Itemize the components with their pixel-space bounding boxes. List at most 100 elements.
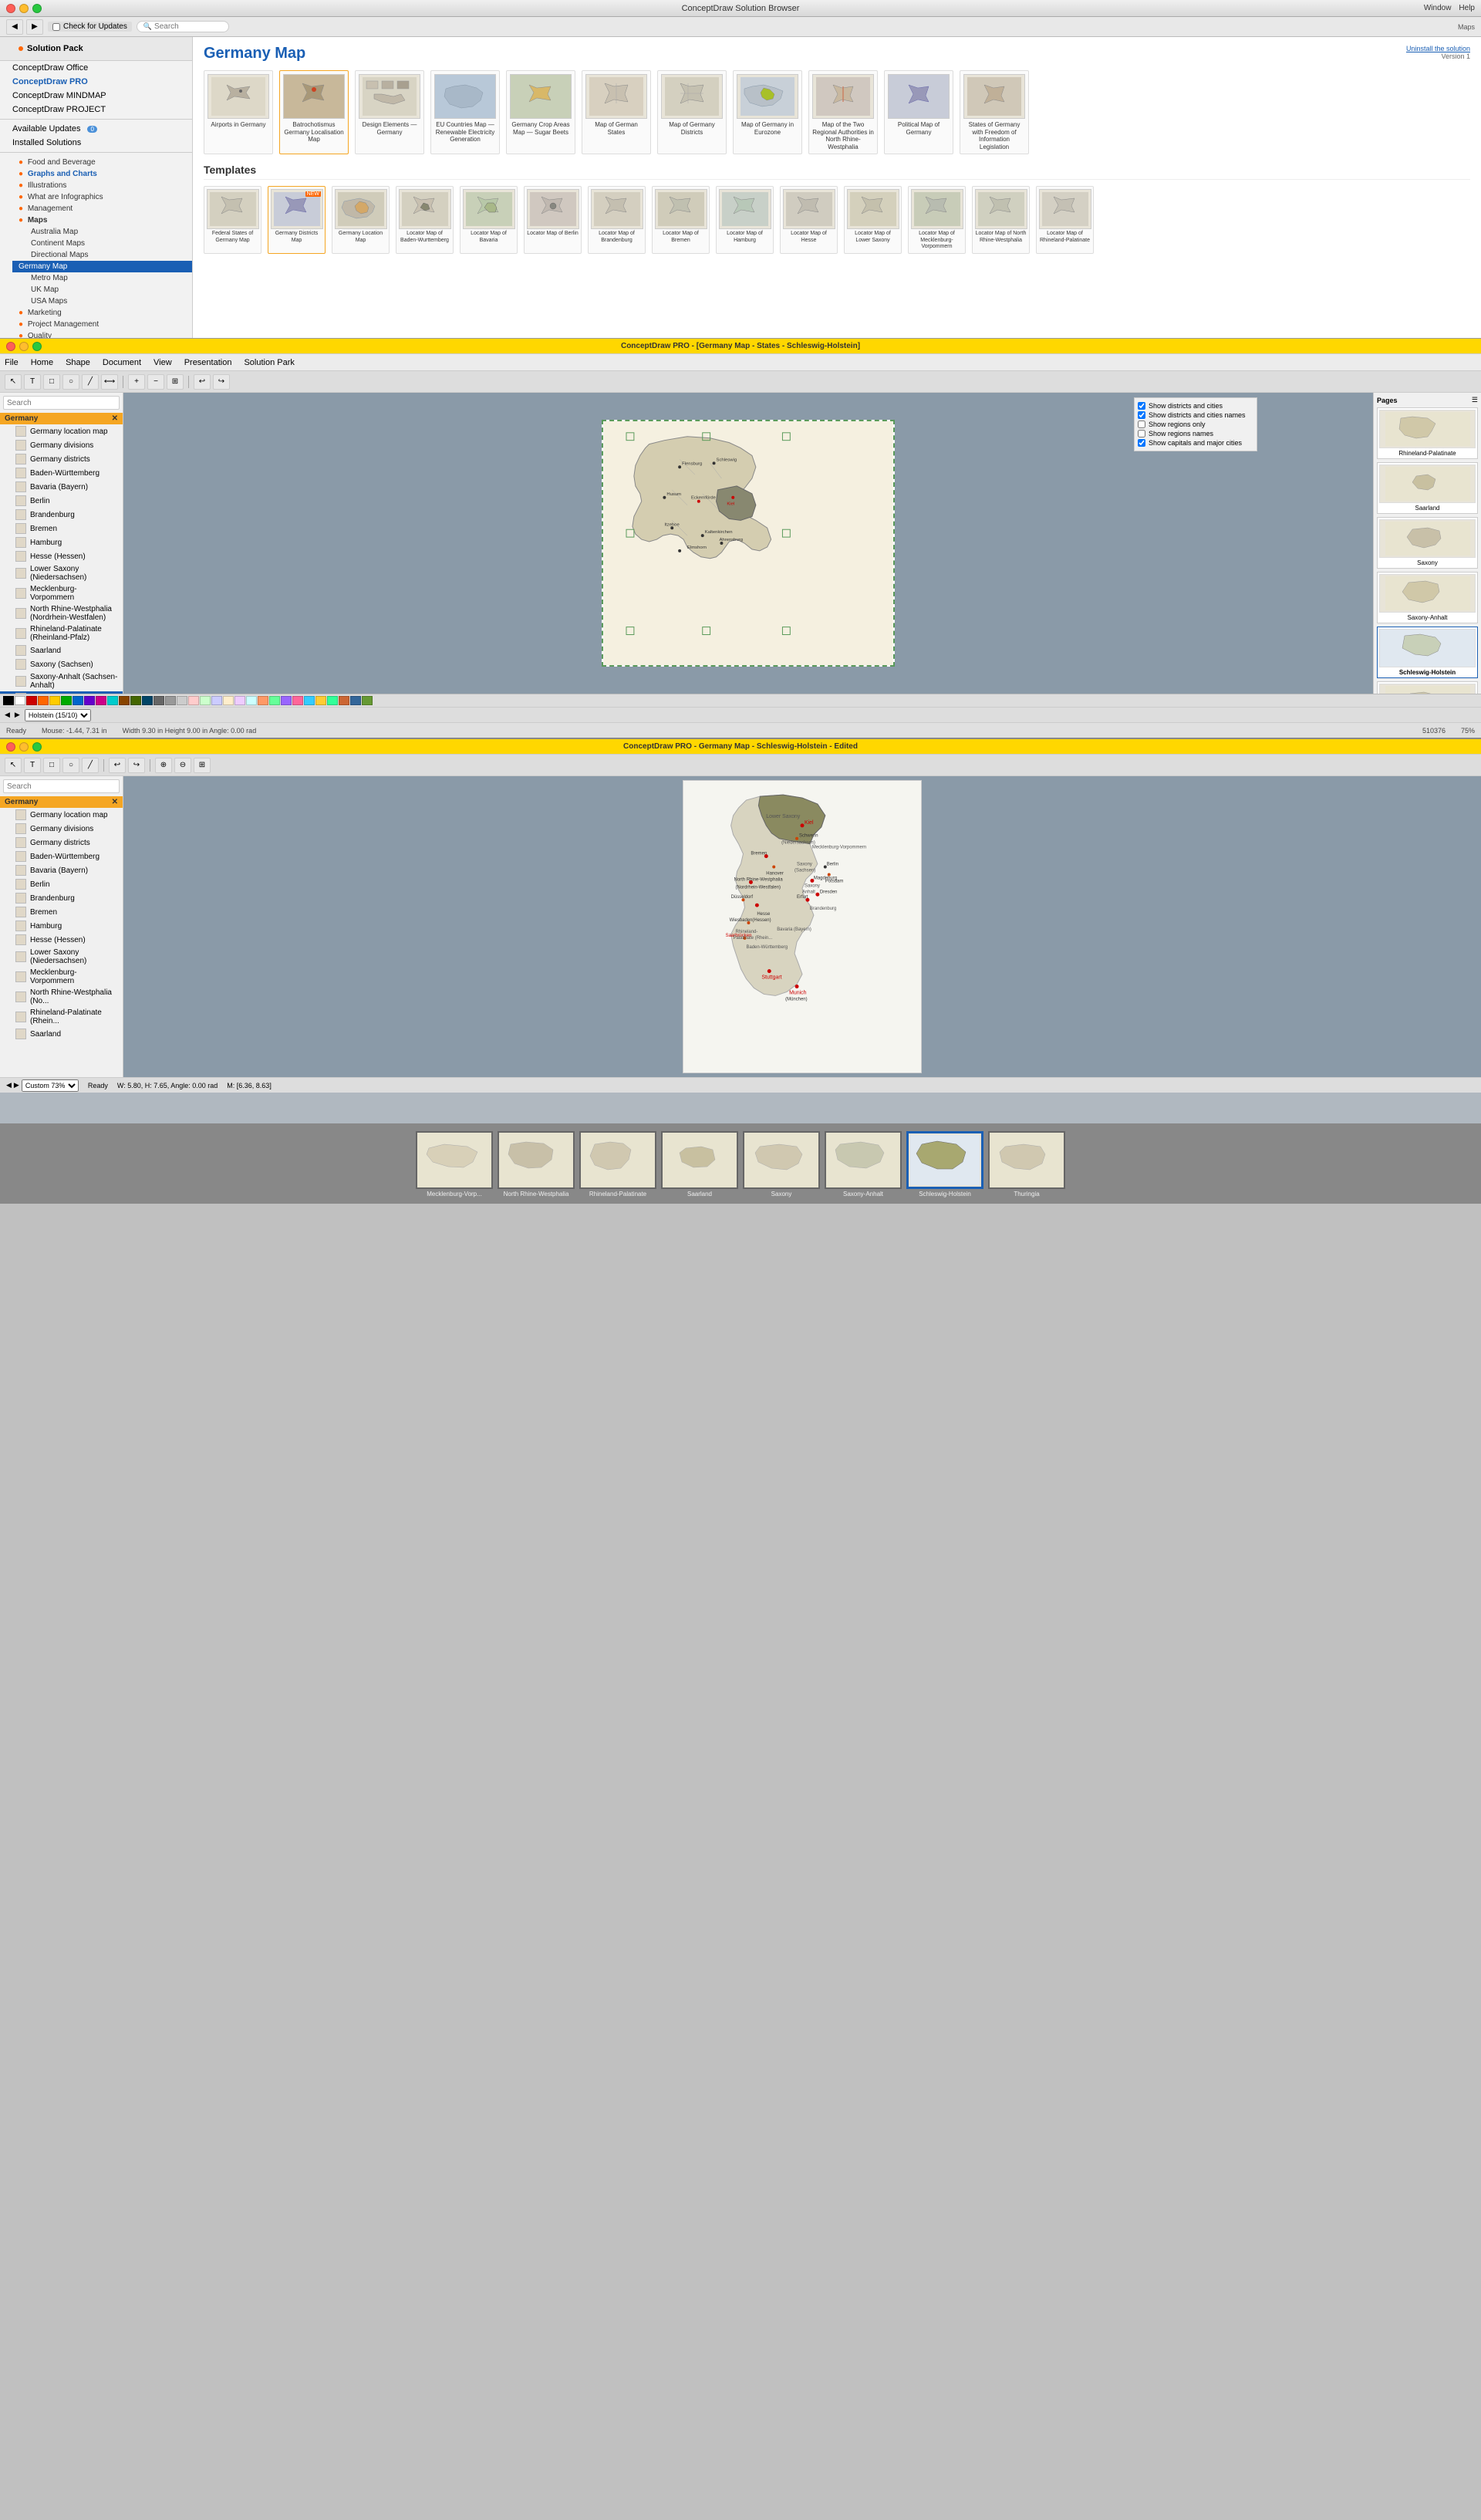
library-close-icon[interactable]: ✕ — [112, 414, 118, 423]
template-locator-bremen[interactable]: Locator Map of Bremen — [652, 186, 710, 253]
checkbox-show-regions-names[interactable]: Show regions names — [1138, 429, 1253, 438]
page-next2-icon[interactable]: ▶ — [14, 1081, 19, 1089]
color-brown[interactable] — [119, 696, 130, 705]
checkbox-show-capitals[interactable]: Show capitals and major cities — [1138, 438, 1253, 448]
color-peach[interactable] — [258, 696, 268, 705]
regions-checkbox[interactable] — [1138, 421, 1145, 428]
color-magenta[interactable] — [96, 696, 106, 705]
lib2-item-north-rhine-westphalia--no---[interactable]: North Rhine-Westphalia (No... — [0, 987, 123, 1007]
color-gold[interactable] — [315, 696, 326, 705]
lib-item-bavaria--bayern-[interactable]: Bavaria (Bayern) — [0, 480, 123, 494]
lib-item-baden-w-rttemberg[interactable]: Baden-Württemberg — [0, 466, 123, 480]
film-schleswig-holstein[interactable]: Schleswig-Holstein — [906, 1131, 983, 1198]
color-steel-blue[interactable] — [350, 696, 361, 705]
lib-item-saarland[interactable]: Saarland — [0, 644, 123, 657]
tool2-undo[interactable]: ↩ — [109, 758, 126, 773]
film-saarland[interactable]: Saarland — [661, 1131, 738, 1198]
maximize-button[interactable] — [32, 4, 42, 13]
menu-home[interactable]: Home — [31, 358, 53, 367]
sidebar-item-solution-pack[interactable]: Solution Pack — [6, 42, 186, 56]
lib-item-brandenburg[interactable]: Brandenburg — [0, 508, 123, 522]
tool2-text[interactable]: T — [24, 758, 41, 773]
template-locator-hamburg[interactable]: Locator Map of Hamburg — [716, 186, 774, 253]
template-locator-mecklenburg[interactable]: Locator Map of Mecklenburg-Vorpommern — [908, 186, 966, 253]
sidebar-item-cd-mindmap[interactable]: ConceptDraw MINDMAP — [0, 89, 192, 103]
lib2-item-bremen[interactable]: Bremen — [0, 905, 123, 919]
color-red[interactable] — [26, 696, 37, 705]
lib2-item-mecklenburg-vorpommern[interactable]: Mecklenburg-Vorpommern — [0, 967, 123, 987]
tool-ellipse[interactable]: ○ — [62, 374, 79, 390]
sidebar-submenu-germany[interactable]: Germany Map — [12, 261, 192, 272]
tool-zoom-in[interactable]: + — [128, 374, 145, 390]
color-light-pink[interactable] — [188, 696, 199, 705]
menu-presentation[interactable]: Presentation — [184, 358, 232, 367]
sidebar-submenu-usa[interactable]: USA Maps — [12, 296, 192, 307]
sidebar-item-available-updates[interactable]: Available Updates 0 — [0, 122, 192, 136]
pro-minimize-2[interactable] — [19, 742, 29, 752]
lib2-item-hamburg[interactable]: Hamburg — [0, 919, 123, 933]
pro-canvas-2[interactable]: Kiel Schwerin Bremen Hanover North Rhine… — [123, 776, 1481, 1077]
lib2-item-germany-districts[interactable]: Germany districts — [0, 836, 123, 850]
tool-rectangle[interactable]: □ — [43, 374, 60, 390]
sidebar-submenu-continent[interactable]: Continent Maps — [12, 238, 192, 249]
color-yellow[interactable] — [49, 696, 60, 705]
help-menu-item[interactable]: Help — [1459, 4, 1475, 12]
sidebar-category-quality[interactable]: ● Quality — [0, 330, 192, 338]
page-saxony-anhalt[interactable]: Saxony-Anhalt — [1377, 572, 1478, 623]
map-card-germany-districts[interactable]: Map of Germany Districts — [657, 70, 727, 154]
tool2-rect[interactable]: □ — [43, 758, 60, 773]
schleswig-holstein-canvas[interactable]: Flensburg Schleswig Husum Eckernförde Ki… — [602, 420, 895, 667]
sidebar-submenu-directional[interactable]: Directional Maps — [12, 249, 192, 261]
page-prev-icon[interactable]: ◀ — [5, 711, 10, 719]
color-seafoam[interactable] — [327, 696, 338, 705]
lib2-item-saarland[interactable]: Saarland — [0, 1027, 123, 1041]
tool-zoom-out[interactable]: − — [147, 374, 164, 390]
sidebar-submenu-australia[interactable]: Australia Map — [12, 226, 192, 238]
tool2-zoom-in[interactable]: ⊕ — [155, 758, 172, 773]
menu-view[interactable]: View — [153, 358, 172, 367]
color-mint[interactable] — [269, 696, 280, 705]
pro-maximize-1[interactable] — [32, 342, 42, 351]
lib2-item-baden-w-rttemberg[interactable]: Baden-Württemberg — [0, 850, 123, 863]
lib-item-germany-districts[interactable]: Germany districts — [0, 452, 123, 466]
lib-item-berlin[interactable]: Berlin — [0, 494, 123, 508]
film-saxony-anhalt[interactable]: Saxony-Anhalt — [825, 1131, 902, 1198]
lib-item-saxony-anhalt--sachsen-anhalt-[interactable]: Saxony-Anhalt (Sachsen-Anhalt) — [0, 671, 123, 691]
regions-names-checkbox[interactable] — [1138, 430, 1145, 437]
color-purple[interactable] — [84, 696, 95, 705]
germany-canvas-2[interactable]: Kiel Schwerin Bremen Hanover North Rhine… — [683, 780, 922, 1073]
color-silver[interactable] — [177, 696, 187, 705]
zoom-selector[interactable]: Custom 73% — [22, 1079, 79, 1092]
color-sienna[interactable] — [339, 696, 349, 705]
color-dark-green[interactable] — [130, 696, 141, 705]
color-sky-blue[interactable] — [304, 696, 315, 705]
color-white[interactable] — [15, 696, 25, 705]
page-selector-dropdown[interactable]: Holstein (15/10) — [25, 709, 91, 721]
pro-maximize-2[interactable] — [32, 742, 42, 752]
lib2-item-lower-saxony--niedersachsen-[interactable]: Lower Saxony (Niedersachsen) — [0, 947, 123, 967]
template-location-map[interactable]: Germany Location Map — [332, 186, 390, 253]
lib-item-bremen[interactable]: Bremen — [0, 522, 123, 535]
color-light-cyan[interactable] — [246, 696, 257, 705]
map-card-states-freedom[interactable]: States of Germany with Freedom of Inform… — [960, 70, 1029, 154]
color-light-orange[interactable] — [223, 696, 234, 705]
tool-connect[interactable]: ⟷ — [101, 374, 118, 390]
tool2-line[interactable]: ╱ — [82, 758, 99, 773]
sidebar-item-installed-solutions[interactable]: Installed Solutions — [0, 136, 192, 150]
page-schleswig-holstein[interactable]: Schleswig-Holstein — [1377, 627, 1478, 678]
color-light-gray[interactable] — [165, 696, 176, 705]
lib2-item-rhineland-palatinate--rhein---[interactable]: Rhineland-Palatinate (Rhein... — [0, 1007, 123, 1027]
template-districts-map[interactable]: NEW Germany Districts Map — [268, 186, 326, 253]
library2-close-icon[interactable]: ✕ — [112, 798, 118, 806]
lib-item-saxony--sachsen-[interactable]: Saxony (Sachsen) — [0, 657, 123, 671]
page-saxony[interactable]: Saxony — [1377, 517, 1478, 569]
pages-menu-icon[interactable]: ☰ — [1472, 396, 1478, 404]
color-green[interactable] — [61, 696, 72, 705]
checkbox-show-districts-names[interactable]: Show districts and cities names — [1138, 410, 1253, 420]
template-federal-states[interactable]: Federal States of Germany Map — [204, 186, 261, 253]
lib-item-germany-divisions[interactable]: Germany divisions — [0, 438, 123, 452]
pro-canvas-1[interactable]: Show districts and cities Show districts… — [123, 393, 1373, 694]
page-next-icon[interactable]: ▶ — [15, 711, 20, 719]
tool-redo[interactable]: ↪ — [213, 374, 230, 390]
tool2-zoom-out[interactable]: ⊖ — [174, 758, 191, 773]
